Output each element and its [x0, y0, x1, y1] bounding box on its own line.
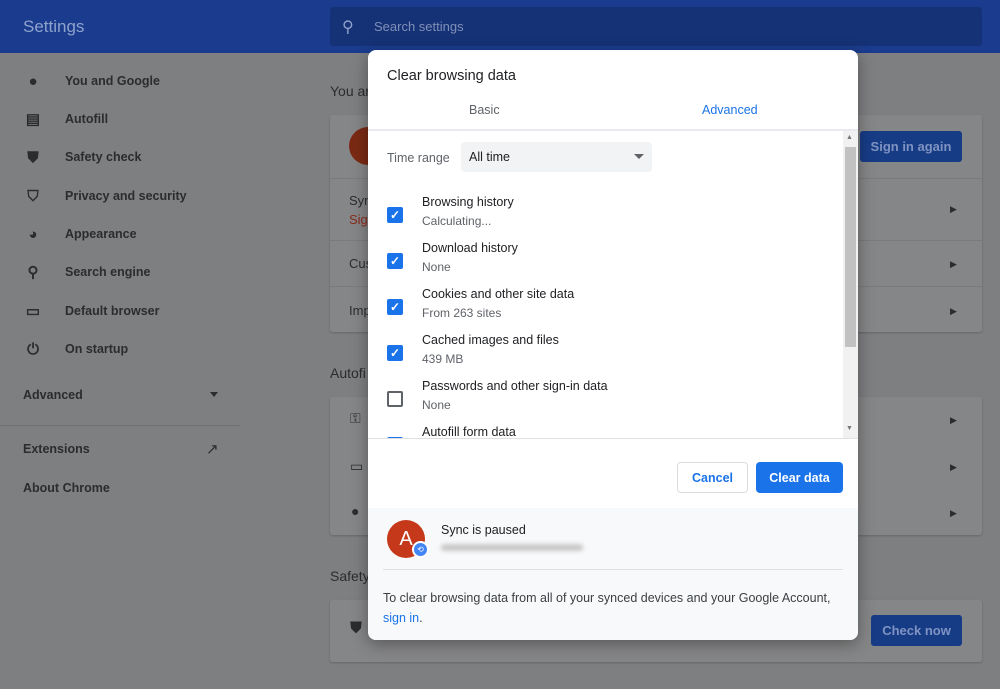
search-icon: ⚲: [27, 264, 39, 281]
browser-icon: ▭: [25, 303, 41, 320]
checkbox-checked[interactable]: ✓: [387, 345, 403, 361]
clipboard-icon: ▤: [25, 111, 41, 128]
sync-note-text: To clear browsing data from all of your …: [383, 591, 831, 605]
options-scroll-area[interactable]: Time range All time ✓ Browsing history Cal…: [368, 131, 858, 438]
cancel-button[interactable]: Cancel: [677, 462, 748, 493]
sync-note: To clear browsing data from all of your …: [383, 588, 843, 628]
person-icon: ●: [28, 72, 38, 90]
search-icon: ⚲: [342, 19, 354, 36]
card-icon: ▭: [350, 458, 364, 474]
sign-in-again-button[interactable]: Sign in again: [860, 131, 962, 162]
sidebar-extensions[interactable]: Extensions: [23, 442, 90, 456]
sidebar-item-autofill[interactable]: ▤ Autofill: [0, 104, 240, 134]
sidebar-item-label: Appearance: [65, 227, 137, 241]
sync-row-sub: Sig: [349, 212, 368, 227]
check-now-button[interactable]: Check now: [871, 615, 962, 646]
section-title: You ar: [330, 83, 370, 99]
scrollbar-thumb[interactable]: [845, 147, 856, 347]
option-detail: Calculating...: [422, 214, 492, 228]
shield-half-icon: ⛉: [27, 187, 39, 205]
clear-data-button[interactable]: Clear data: [756, 462, 843, 493]
sidebar-item-safety-check[interactable]: ⛊ Safety check: [0, 142, 240, 172]
scroll-up-icon[interactable]: ▲: [846, 134, 853, 141]
sidebar-item-you-and-google[interactable]: ● You and Google: [0, 66, 240, 96]
time-range-select[interactable]: All time: [461, 142, 652, 172]
sidebar-item-appearance[interactable]: ◕ Appearance: [0, 219, 240, 249]
chevron-right-icon: ▶: [950, 204, 957, 214]
sidebar-advanced[interactable]: Advanced: [23, 388, 83, 402]
sync-status: Sync is paused: [441, 523, 526, 537]
sidebar-item-label: Safety check: [65, 150, 142, 164]
location-icon: ●: [351, 503, 360, 519]
dialog-title: Clear browsing data: [387, 68, 516, 84]
checkbox-checked[interactable]: ✓: [387, 207, 403, 223]
checkbox-checked[interactable]: ✓: [387, 299, 403, 315]
dropdown-arrow-icon: [634, 154, 644, 159]
scrollbar[interactable]: ▲ ▼: [843, 131, 858, 438]
option-label: Browsing history: [422, 195, 514, 209]
tab-basic[interactable]: Basic: [469, 103, 500, 117]
checkbox-unchecked[interactable]: [387, 391, 403, 407]
power-icon: ⏻: [27, 340, 39, 358]
time-range-label: Time range: [387, 151, 450, 165]
option-detail: From 263 sites: [422, 306, 502, 320]
section-title: Autofi: [330, 365, 366, 381]
search-input[interactable]: ⚲ Search settings: [330, 7, 982, 46]
external-link-icon: ↗: [206, 441, 219, 458]
sidebar-item-search-engine[interactable]: ⚲ Search engine: [0, 257, 240, 287]
sync-section: A ⟲ Sync is paused To clear browsing dat…: [368, 508, 858, 640]
option-detail: None: [422, 260, 451, 274]
chevron-right-icon: ▶: [950, 462, 957, 472]
clear-browsing-data-dialog: Clear browsing data Basic Advanced Time …: [368, 50, 858, 640]
sidebar-item-label: Privacy and security: [65, 189, 187, 203]
sidebar-item-label: You and Google: [65, 74, 160, 88]
chevron-down-icon: [210, 392, 218, 397]
sidebar-item-label: Default browser: [65, 304, 160, 318]
sign-in-link[interactable]: sign in: [383, 611, 419, 625]
key-icon: ⚿: [350, 410, 361, 426]
option-label: Cached images and files: [422, 333, 559, 347]
divider: [383, 569, 843, 570]
sidebar-item-on-startup[interactable]: ⏻ On startup: [0, 334, 240, 364]
option-label: Download history: [422, 241, 518, 255]
palette-icon: ◕: [28, 225, 38, 243]
chevron-right-icon: ▶: [950, 415, 957, 425]
option-detail: 439 MB: [422, 352, 464, 366]
shield-check-icon: ⛊: [350, 620, 363, 637]
blurred-email: [441, 544, 583, 551]
option-detail: None: [422, 398, 451, 412]
option-label: Cookies and other site data: [422, 287, 575, 301]
sync-paused-icon: ⟲: [412, 541, 429, 558]
sidebar-item-label: Autofill: [65, 112, 109, 126]
divider: [368, 438, 858, 439]
chevron-right-icon: ▶: [950, 306, 957, 316]
option-label: Autofill form data: [422, 425, 516, 438]
scroll-down-icon[interactable]: ▼: [846, 425, 853, 432]
sidebar-item-label: Search engine: [65, 265, 151, 279]
tab-advanced[interactable]: Advanced: [702, 103, 758, 117]
sidebar-item-label: On startup: [65, 342, 129, 356]
sidebar-item-default-browser[interactable]: ▭ Default browser: [0, 296, 240, 326]
section-title: Safety: [330, 568, 370, 584]
shield-check-icon: ⛊: [27, 148, 39, 166]
header: Settings ⚲ Search settings: [0, 0, 1000, 53]
chevron-right-icon: ▶: [950, 259, 957, 269]
sidebar-item-privacy[interactable]: ⛉ Privacy and security: [0, 181, 240, 211]
chevron-right-icon: ▶: [950, 508, 957, 518]
sidebar-about-chrome[interactable]: About Chrome: [23, 481, 110, 495]
time-range-value: All time: [469, 150, 510, 164]
checkbox-checked[interactable]: ✓: [387, 253, 403, 269]
sidebar-divider: [0, 425, 240, 426]
app-title: Settings: [23, 17, 85, 36]
search-placeholder: Search settings: [374, 19, 464, 34]
sync-note-suffix: .: [419, 611, 423, 625]
option-autofill[interactable]: ✓Autofill form data: [368, 425, 838, 438]
option-label: Passwords and other sign-in data: [422, 379, 608, 393]
